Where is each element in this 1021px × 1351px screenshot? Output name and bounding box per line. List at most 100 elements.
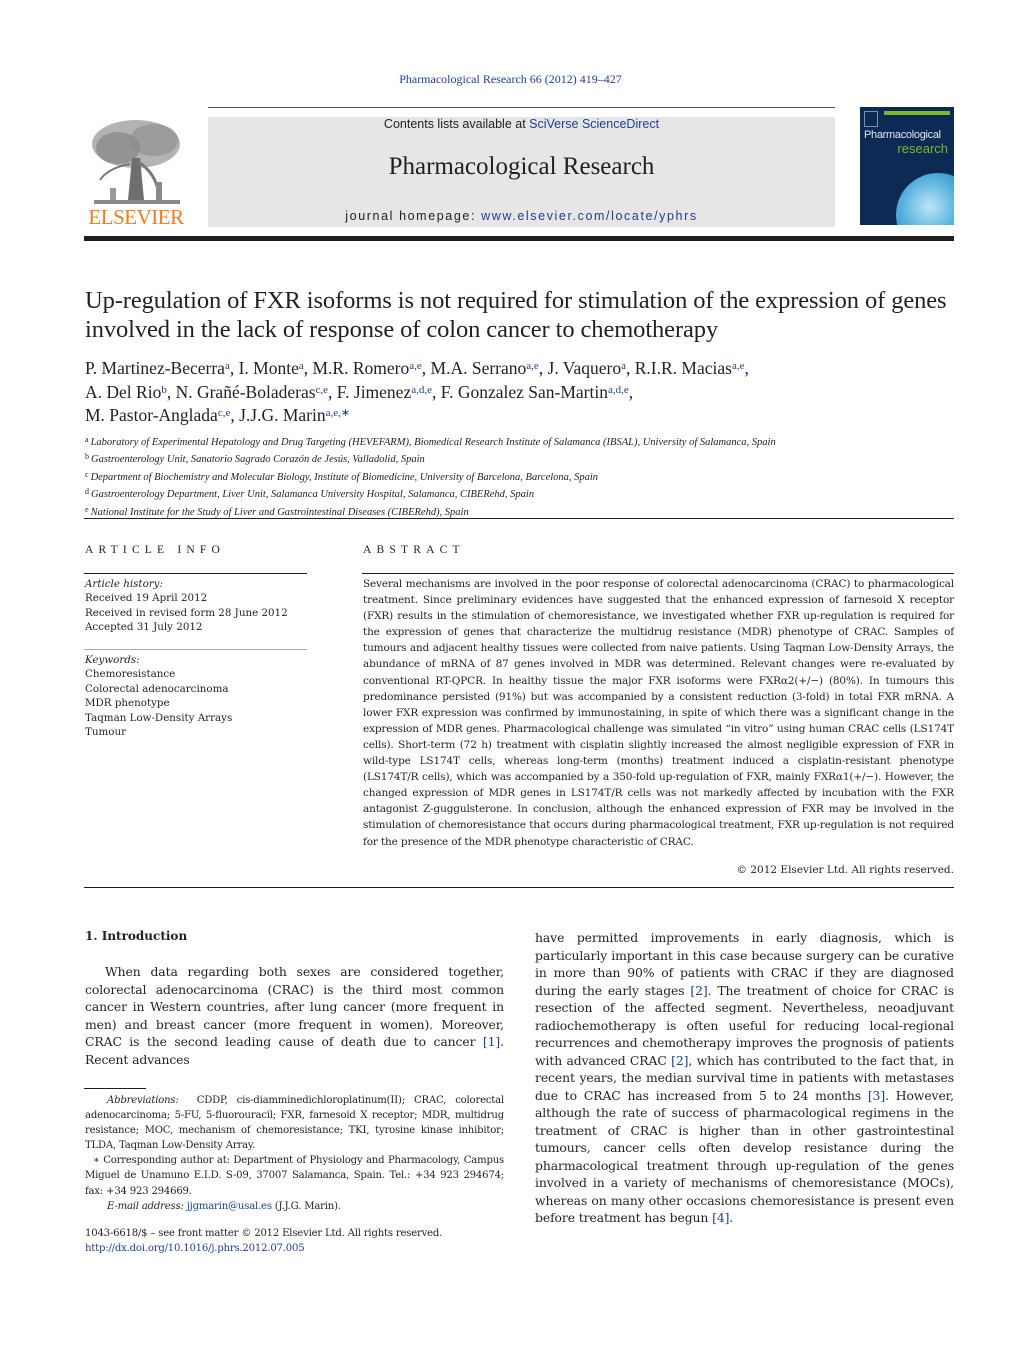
email-link[interactable]: jjgmarin@usal.es — [187, 1201, 272, 1212]
author-affiliation-ref[interactable]: a,e,∗ — [326, 407, 350, 419]
author-affiliation-ref[interactable]: a — [299, 360, 304, 372]
citation-link[interactable]: [1] — [483, 1034, 500, 1049]
author-affiliation-ref[interactable]: a,e — [526, 360, 539, 372]
keyword-item: MDR phenotype — [85, 697, 170, 710]
keyword-item: Colorectal adenocarcinoma — [85, 682, 229, 695]
section-rule — [84, 518, 954, 519]
cover-image — [896, 173, 954, 225]
author-affiliation-ref[interactable]: b — [161, 384, 167, 396]
author-affiliation-ref[interactable]: a — [225, 360, 230, 372]
abstract-rule — [362, 573, 954, 574]
corresponding-author-footnote: ∗ Corresponding author at: Department of… — [85, 1155, 504, 1197]
homepage-link[interactable]: www.elsevier.com/locate/yphrs — [481, 209, 698, 223]
abbreviations-label: Abbreviations: — [107, 1095, 179, 1106]
header-rule — [208, 107, 835, 108]
affiliation-item: c Department of Biochemistry and Molecula… — [85, 468, 965, 485]
front-matter-text: 1043-6618/$ – see front matter © 2012 El… — [85, 1228, 443, 1239]
author-name: N. Grañé-Boladeras — [175, 381, 316, 402]
journal-cover[interactable]: Pharmacological research — [860, 107, 954, 225]
journal-title: Pharmacological Research — [388, 153, 655, 180]
keyword-item: Tumour — [85, 726, 127, 739]
article-info-rule — [84, 573, 307, 574]
affiliation-text: National Institute for the Study of Live… — [90, 506, 469, 518]
body-text: . — [729, 1210, 734, 1225]
history-item: Accepted 31 July 2012 — [85, 621, 203, 634]
history-label: Article history: — [85, 578, 163, 590]
affiliation-item: b Gastroenterology Unit, Sanatorio Sagrad… — [85, 450, 965, 467]
sciencedirect-link[interactable]: SciVerse ScienceDirect — [529, 117, 659, 131]
author-affiliation-ref[interactable]: a,e — [732, 360, 745, 372]
author-affiliation-ref[interactable]: a,d,e — [608, 384, 629, 396]
citation-link[interactable]: [2] — [671, 1053, 688, 1068]
tree-icon — [92, 120, 180, 204]
homepage-line: journal homepage: www.elsevier.com/locat… — [208, 209, 835, 223]
author-list: P. Martinez-Becerraa, I. Montea, M.R. Ro… — [85, 358, 749, 425]
keyword-item: Chemoresistance — [85, 668, 176, 681]
author-name: J. Vaquero — [547, 358, 622, 378]
author-name: I. Monte — [238, 358, 299, 378]
affiliation-text: Department of Biochemistry and Molecular… — [90, 471, 599, 483]
author-name: A. Del Rio — [85, 381, 162, 402]
contents-prefix: Contents lists available at — [383, 117, 530, 131]
author-name: F. Jimenez — [336, 381, 412, 402]
author-affiliation-ref[interactable]: c,e — [316, 384, 329, 396]
author-affiliation-ref[interactable]: a,e — [409, 360, 422, 372]
citation-link[interactable]: [4] — [712, 1210, 729, 1225]
keyword-item: Taqman Low-Density Arrays — [85, 711, 233, 724]
affiliation-text: Laboratory of Experimental Hepatology an… — [90, 437, 776, 448]
author-affiliation-ref[interactable]: a,d,e — [411, 384, 432, 396]
affiliation-text: Gastroenterology Unit, Sanatorio Sagrado… — [91, 454, 425, 466]
affiliation-list: a Laboratory of Experimental Hepatology a… — [85, 433, 965, 520]
author-name: P. Martinez-Becerra — [85, 358, 225, 378]
keywords-label: Keywords: — [85, 654, 140, 666]
affiliation-key: b — [85, 452, 89, 462]
cover-title-line2: research — [897, 141, 948, 156]
body-column-left: When data regarding both sexes are consi… — [85, 963, 504, 1068]
contents-line: Contents lists available at SciVerse Sci… — [208, 117, 835, 131]
affiliation-item: a Laboratory of Experimental Hepatology a… — [85, 433, 965, 450]
footnotes: Abbreviations: CDDP, cis-diamminedichlor… — [85, 1093, 504, 1214]
history-item: Received 19 April 2012 — [85, 592, 208, 605]
elsevier-logo[interactable]: ELSEVIER — [84, 118, 188, 229]
keywords-rule — [84, 649, 307, 650]
author-name: F. Gonzalez San-Martin — [440, 381, 608, 402]
journal-reference-link[interactable]: Pharmacological Research 66 (2012) 419–4… — [399, 72, 622, 86]
citation-link[interactable]: [2] — [690, 983, 707, 998]
doi-link[interactable]: http://dx.doi.org/10.1016/j.phrs.2012.07… — [85, 1241, 504, 1256]
author-name: M.R. Romero — [312, 358, 410, 378]
author-name: J.J.G. Marin — [239, 405, 326, 425]
front-matter: 1043-6618/$ – see front matter © 2012 El… — [85, 1226, 504, 1256]
article-info-heading: ARTICLE INFO — [85, 544, 225, 556]
cover-publisher-icon — [864, 111, 878, 127]
affiliation-key: a — [85, 435, 89, 444]
body-text: When data regarding both sexes are consi… — [85, 964, 504, 1049]
publisher-wordmark: ELSEVIER — [88, 205, 184, 229]
cover-accent-bar — [884, 111, 950, 115]
abstract-bottom-rule — [84, 887, 954, 888]
affiliation-key: d — [85, 487, 89, 497]
author-affiliation-ref[interactable]: a — [621, 360, 626, 372]
journal-reference[interactable]: Pharmacological Research 66 (2012) 419–4… — [0, 72, 1021, 87]
cover-title-line1: Pharmacological — [864, 129, 941, 141]
body-column-right: have permitted improvements in early dia… — [535, 929, 954, 1227]
author-name: M. Pastor-Anglada — [85, 405, 218, 425]
email-suffix: (J.J.G. Marin). — [271, 1200, 341, 1212]
section-heading-introduction: 1. Introduction — [85, 929, 188, 943]
abstract-copyright: © 2012 Elsevier Ltd. All rights reserved… — [736, 864, 954, 876]
homepage-prefix: journal homepage: — [345, 209, 482, 223]
abbreviations-footnote: Abbreviations: CDDP, cis-diamminedichlor… — [85, 1093, 504, 1153]
header-thick-rule — [84, 236, 954, 241]
affiliation-key: e — [85, 504, 89, 514]
author-name: M.A. Serrano — [430, 358, 527, 378]
footnote-rule — [84, 1088, 146, 1089]
journal-masthead: Contents lists available at SciVerse Sci… — [208, 117, 835, 227]
email-footnote: E-mail address: jjgmarin@usal.es (J.J.G.… — [85, 1199, 504, 1214]
article-title: Up-regulation of FXR isoforms is not req… — [85, 287, 947, 343]
citation-link[interactable]: [3] — [868, 1088, 885, 1103]
abstract-text: Several mechanisms are involved in the p… — [363, 578, 954, 848]
body-text: . However, although the rate of success … — [535, 1087, 954, 1226]
affiliation-text: Gastroenterology Department, Liver Unit,… — [91, 489, 535, 501]
article-history: Article history: Received 19 April 2012 … — [85, 577, 315, 635]
author-affiliation-ref[interactable]: c,e — [218, 407, 231, 419]
history-item: Received in revised form 28 June 2012 — [85, 606, 288, 619]
